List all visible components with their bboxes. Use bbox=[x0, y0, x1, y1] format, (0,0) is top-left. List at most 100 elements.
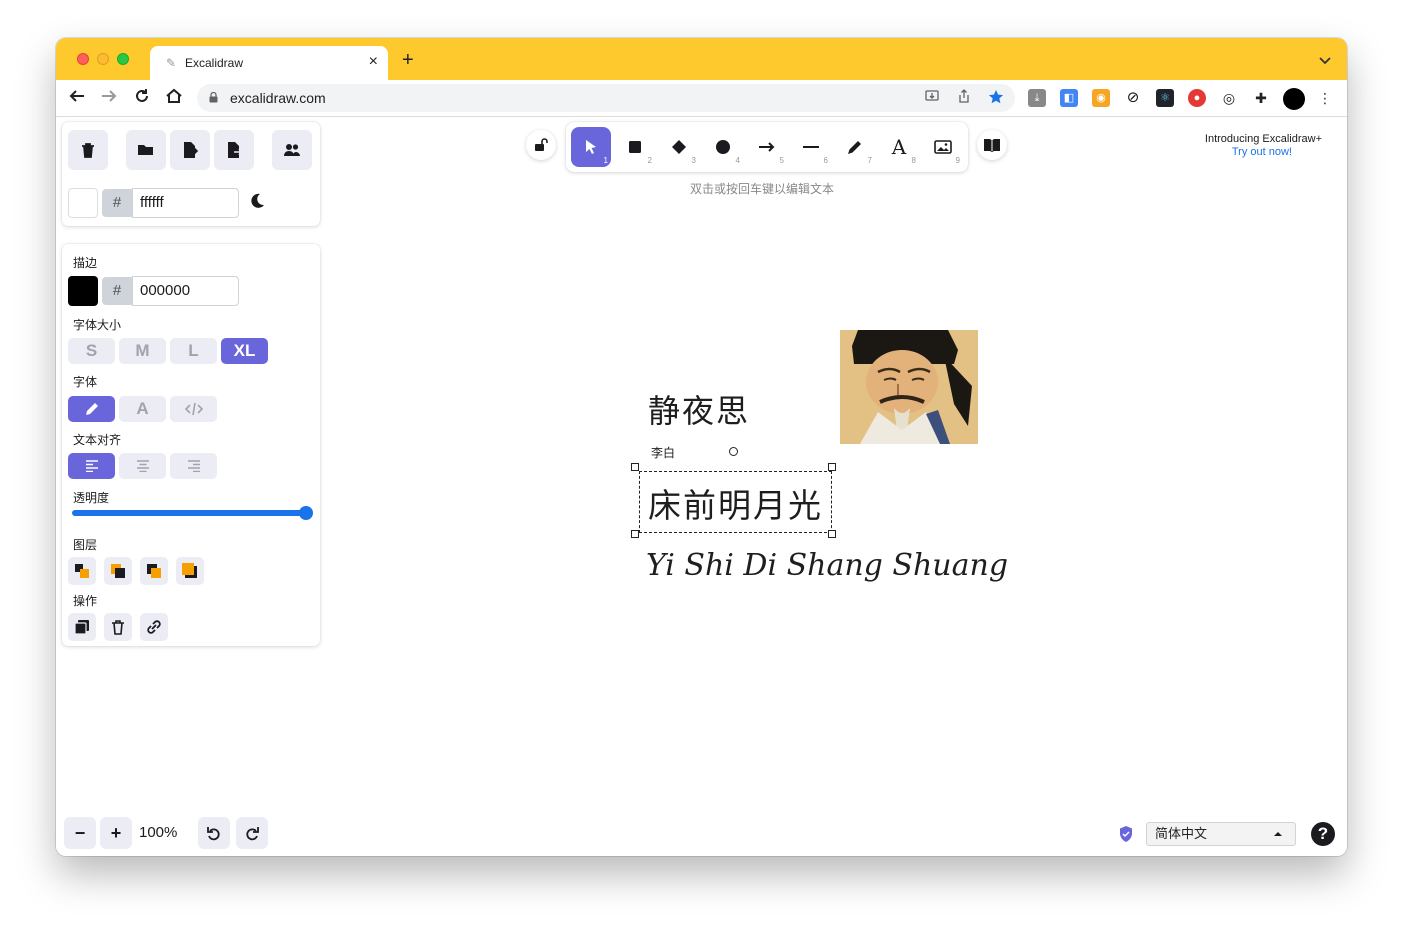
tool-ellipse[interactable]: 4 bbox=[703, 127, 743, 167]
background-color-input[interactable]: ffffff bbox=[132, 188, 239, 218]
avatar[interactable] bbox=[1283, 88, 1305, 110]
bring-forward-button[interactable] bbox=[140, 557, 168, 585]
live-collaboration-button[interactable] bbox=[272, 130, 312, 170]
diamond-icon bbox=[672, 140, 686, 154]
chevron-down-icon[interactable] bbox=[1319, 52, 1331, 68]
install-icon[interactable] bbox=[923, 89, 941, 107]
lock-icon bbox=[209, 92, 218, 103]
font-size-s[interactable]: S bbox=[68, 338, 115, 364]
block-icon[interactable]: ⊘ bbox=[1124, 89, 1142, 107]
book-icon bbox=[984, 139, 1000, 152]
tool-diamond[interactable]: 3 bbox=[659, 127, 699, 167]
text-align-center[interactable] bbox=[119, 453, 166, 479]
forward-icon[interactable] bbox=[98, 87, 120, 109]
resize-handle-nw[interactable] bbox=[631, 463, 639, 471]
tool-text[interactable]: A 8 bbox=[879, 127, 919, 167]
zoom-in-button[interactable]: + bbox=[100, 817, 132, 849]
tab-close-icon[interactable]: × bbox=[369, 53, 378, 71]
maximize-window-button[interactable] bbox=[117, 53, 129, 65]
undo-button[interactable] bbox=[198, 817, 230, 849]
home-icon[interactable] bbox=[163, 87, 185, 109]
opacity-slider-thumb[interactable] bbox=[299, 506, 313, 520]
trash-icon bbox=[82, 143, 94, 158]
font-family-hand-drawn[interactable] bbox=[68, 396, 115, 422]
duplicate-button[interactable] bbox=[68, 613, 96, 641]
tool-rectangle[interactable]: 2 bbox=[615, 127, 655, 167]
zoom-level[interactable]: 100% bbox=[139, 824, 177, 841]
stroke-color-input[interactable]: 000000 bbox=[132, 276, 239, 306]
moon-icon[interactable] bbox=[248, 192, 268, 212]
react-devtools-icon[interactable]: ⚛ bbox=[1156, 89, 1174, 107]
font-size-label: 字体大小 bbox=[73, 318, 122, 332]
link-button[interactable] bbox=[140, 613, 168, 641]
extension-icon[interactable]: ◧ bbox=[1060, 89, 1078, 107]
canvas-text-author[interactable]: 李白 bbox=[651, 444, 675, 461]
font-size-m[interactable]: M bbox=[119, 338, 166, 364]
library-button[interactable] bbox=[977, 130, 1007, 160]
align-right-icon bbox=[187, 460, 200, 473]
send-backward-button[interactable] bbox=[104, 557, 132, 585]
stroke-color-swatch[interactable] bbox=[68, 276, 98, 306]
edit-text-hint: 双击或按回车键以编辑文本 bbox=[690, 182, 835, 196]
excalidraw-plus-promo: Introducing Excalidraw+ bbox=[1204, 133, 1322, 145]
try-now-link[interactable]: Try out now! bbox=[1232, 146, 1292, 158]
canvas-text-pinyin[interactable]: Yi Shi Di Shang Shuang bbox=[646, 548, 1008, 583]
opacity-slider-track[interactable] bbox=[72, 510, 308, 516]
back-icon[interactable] bbox=[66, 87, 88, 109]
open-button[interactable] bbox=[126, 130, 166, 170]
export-image-button[interactable] bbox=[214, 130, 254, 170]
text-align-right[interactable] bbox=[170, 453, 217, 479]
text-align-left[interactable] bbox=[68, 453, 115, 479]
minimize-window-button[interactable] bbox=[97, 53, 109, 65]
tool-draw[interactable]: 7 bbox=[835, 127, 875, 167]
plus-icon: + bbox=[110, 822, 122, 843]
bring-to-front-button[interactable] bbox=[176, 557, 204, 585]
resize-handle-ne[interactable] bbox=[828, 463, 836, 471]
tool-selection[interactable]: 1 bbox=[571, 127, 611, 167]
opacity-label: 透明度 bbox=[73, 491, 110, 505]
tool-image[interactable]: 9 bbox=[923, 127, 963, 167]
download-extension-icon[interactable]: ⤓ bbox=[1028, 89, 1046, 107]
tool-arrow[interactable]: 5 bbox=[747, 127, 787, 167]
redo-button[interactable] bbox=[236, 817, 268, 849]
canvas-text-title[interactable]: 静夜思 bbox=[648, 386, 750, 432]
kebab-menu-icon[interactable]: ⋮ bbox=[1316, 89, 1334, 107]
puzzle-icon[interactable]: ✚ bbox=[1252, 89, 1270, 107]
language-select[interactable]: 简体中文 bbox=[1146, 822, 1296, 846]
new-tab-button[interactable]: + bbox=[402, 50, 414, 70]
tool-line[interactable]: 6 bbox=[791, 127, 831, 167]
font-family-normal[interactable]: A bbox=[119, 396, 166, 422]
clear-canvas-button[interactable] bbox=[68, 130, 108, 170]
shield-icon[interactable] bbox=[1118, 825, 1134, 843]
ublock-icon[interactable]: ● bbox=[1188, 89, 1206, 107]
resize-handle-se[interactable] bbox=[828, 530, 836, 538]
font-family-label: 字体 bbox=[73, 375, 98, 389]
resize-handle-sw[interactable] bbox=[631, 530, 639, 538]
bookmark-star-icon[interactable] bbox=[987, 89, 1005, 107]
zoom-panel: − + 100% bbox=[62, 813, 188, 853]
delete-button[interactable] bbox=[104, 613, 132, 641]
tab-excalidraw[interactable]: ✎ Excalidraw × bbox=[150, 46, 388, 80]
selection-box[interactable] bbox=[639, 471, 832, 533]
zoom-out-button[interactable]: − bbox=[64, 817, 96, 849]
address-bar[interactable]: excalidraw.com bbox=[197, 84, 1015, 112]
background-color-swatch[interactable] bbox=[68, 188, 98, 218]
send-to-back-button[interactable] bbox=[68, 557, 96, 585]
close-window-button[interactable] bbox=[77, 53, 89, 65]
font-family-code[interactable] bbox=[170, 396, 217, 422]
help-icon[interactable]: ? bbox=[1311, 822, 1335, 846]
align-center-icon bbox=[136, 460, 149, 473]
font-size-l[interactable]: L bbox=[170, 338, 217, 364]
github-extension-icon[interactable]: ◎ bbox=[1220, 89, 1238, 107]
share-icon[interactable] bbox=[955, 89, 973, 107]
rotation-handle[interactable] bbox=[729, 447, 738, 456]
hash-prefix: # bbox=[102, 189, 132, 217]
image-export-icon bbox=[228, 142, 243, 158]
save-button[interactable] bbox=[170, 130, 210, 170]
reload-icon[interactable] bbox=[131, 87, 153, 109]
extension-icon[interactable]: ◉ bbox=[1092, 89, 1110, 107]
font-size-xl[interactable]: XL bbox=[221, 338, 268, 364]
browser-toolbar: excalidraw.com ⤓ ◧ ◉ ⊘ ⚛ ● ◎ ✚ ⋮ bbox=[56, 80, 1347, 117]
portrait-image[interactable] bbox=[840, 330, 978, 444]
lock-tool-button[interactable] bbox=[526, 130, 556, 160]
